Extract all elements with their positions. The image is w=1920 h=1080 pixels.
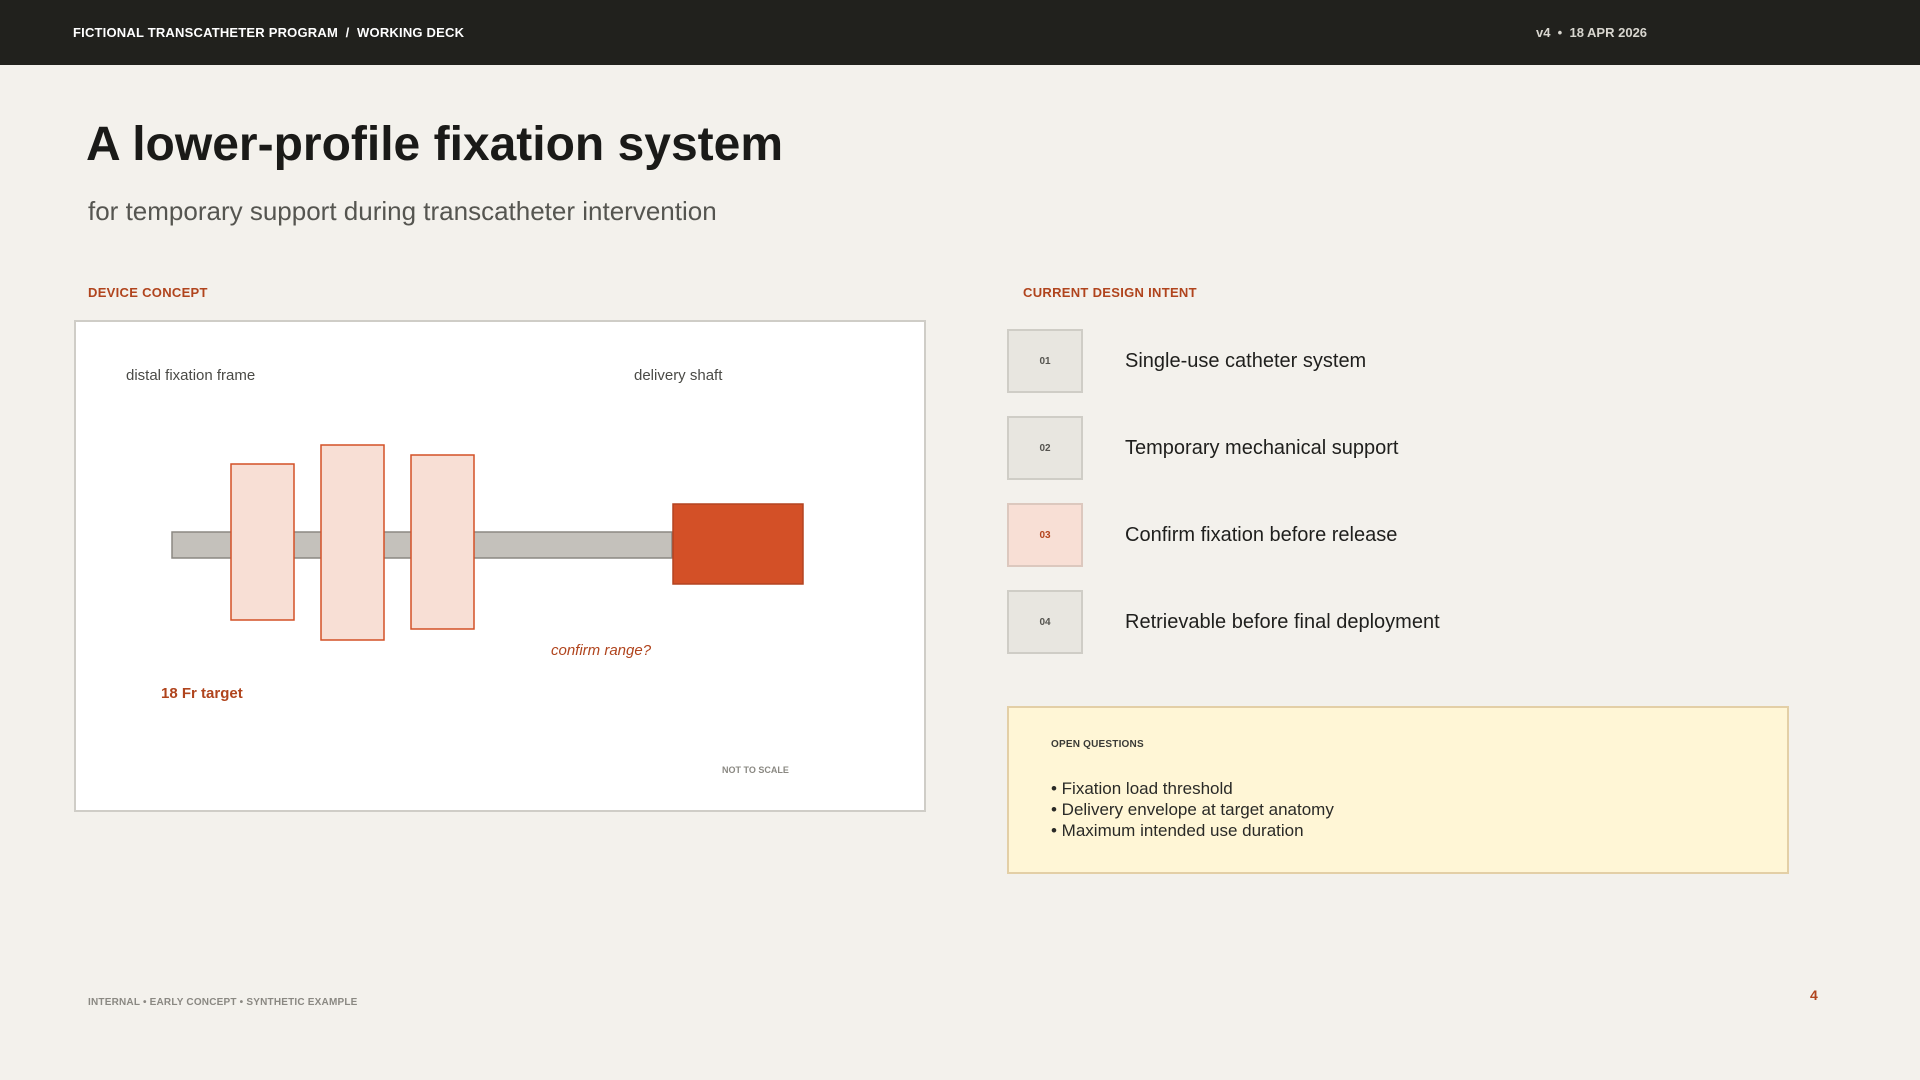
intent-text: Confirm fixation before release [1125,524,1398,546]
fixation-frame-segment-3 [410,454,475,630]
label-delivery-shaft: delivery shaft [634,367,723,384]
intent-item-2: 02 Temporary mechanical support [1007,416,1707,482]
intent-number-badge: 01 [1007,329,1083,393]
annotation-confirm-range: confirm range? [551,642,652,659]
intent-text: Single-use catheter system [1125,350,1367,372]
fixation-frame-segment-2 [320,444,385,641]
intent-text: Temporary mechanical support [1125,437,1399,459]
design-intent-label: CURRENT DESIGN INTENT [1023,285,1197,300]
open-questions-list: • Fixation load threshold • Delivery env… [1051,778,1334,841]
annotation-18fr-target: 18 Fr target [161,685,243,702]
not-to-scale-note: NOT TO SCALE [722,765,789,775]
fixation-frame-segment-1 [230,463,295,621]
intent-item-1: 01 Single-use catheter system [1007,329,1707,395]
slide-title: A lower-profile fixation system [86,118,784,171]
handle-block [672,503,804,585]
intent-number-badge: 02 [1007,416,1083,480]
intent-text: Retrievable before final deployment [1125,611,1440,633]
intent-item-4: 04 Retrievable before final deployment [1007,590,1707,656]
open-questions-title: OPEN QUESTIONS [1051,739,1144,750]
label-distal-fixation-frame: distal fixation frame [126,367,255,384]
footer-note: INTERNAL • EARLY CONCEPT • SYNTHETIC EXA… [88,997,358,1008]
list-item: • Maximum intended use duration [1051,821,1304,840]
list-item: • Fixation load threshold [1051,779,1233,798]
slide-subtitle: for temporary support during transcathet… [88,196,717,226]
device-diagram: distal fixation frame delivery shaft con… [126,367,804,775]
top-bar: FICTIONAL TRANSCATHETER PROGRAM / WORKIN… [0,0,1920,65]
intent-item-3: 03 Confirm fixation before release [1007,503,1707,569]
intent-number-badge: 04 [1007,590,1083,654]
page-number: 4 [1810,987,1818,1003]
open-questions-box: OPEN QUESTIONS • Fixation load threshold… [1007,706,1789,874]
program-title: FICTIONAL TRANSCATHETER PROGRAM / WORKIN… [73,25,465,40]
version-date: v4 • 18 APR 2026 [1536,25,1648,40]
intent-number-badge-highlighted: 03 [1007,503,1083,567]
device-concept-panel: distal fixation frame delivery shaft con… [74,320,926,812]
list-item: • Delivery envelope at target anatomy [1051,800,1334,819]
device-concept-label: DEVICE CONCEPT [88,285,208,300]
